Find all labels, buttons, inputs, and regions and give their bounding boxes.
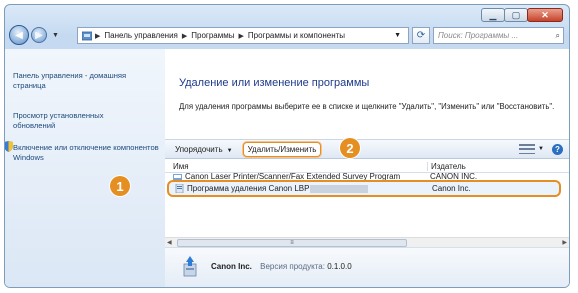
search-placeholder: Поиск: Программы ... [438, 31, 519, 40]
sidebar: Панель управления - домашняя страница Пр… [5, 49, 165, 287]
table-row-selected[interactable]: Программа удаления Canon LBP Canon Inc. [167, 180, 561, 197]
address-bar[interactable]: ▶ Панель управления ▶ Программы ▶ Програ… [77, 27, 409, 44]
installer-icon [175, 184, 184, 193]
search-input[interactable]: Поиск: Программы ... ⌕ [433, 27, 564, 44]
maximize-button[interactable]: ▢ [504, 8, 528, 22]
view-dropdown-icon[interactable]: ▼ [538, 146, 544, 152]
installer-package-icon [183, 256, 197, 277]
navigation-buttons: ◀ ▶ ▼ [9, 25, 62, 45]
horizontal-scrollbar[interactable]: ◀ ≡ ▶ [165, 237, 569, 247]
view-options-icon[interactable] [519, 144, 536, 154]
chevron-down-icon: ▼ [226, 147, 233, 154]
redacted-model-name [310, 184, 369, 193]
toolbar: Упорядочить ▼ Удалить/Изменить ▼ ? [165, 139, 569, 159]
column-publisher[interactable]: Издатель [427, 162, 466, 171]
program-name-text: Программа удаления Canon LBP [187, 184, 310, 193]
organize-label: Упорядочить [175, 144, 223, 154]
close-button[interactable]: ✕ [527, 8, 563, 22]
window-controls: ▁ ▢ ✕ [481, 8, 563, 22]
breadcrumb-separator: ▶ [238, 32, 244, 40]
address-dropdown-icon[interactable]: ▼ [394, 32, 401, 39]
scroll-left-icon[interactable]: ◀ [167, 239, 172, 246]
back-button[interactable]: ◀ [9, 25, 29, 45]
program-publisher: Canon Inc. [432, 184, 471, 193]
control-panel-icon [82, 31, 92, 40]
recent-pages-dropdown[interactable]: ▼ [52, 32, 59, 39]
breadcrumb-programs[interactable]: Программы [191, 31, 234, 40]
refresh-button[interactable]: ⟳ [412, 27, 430, 44]
scroll-right-icon[interactable]: ▶ [562, 239, 567, 246]
callout-badge-1: 1 [110, 176, 130, 196]
breadcrumb-separator: ▶ [181, 32, 188, 40]
help-icon[interactable]: ? [552, 143, 563, 155]
toolbar-right: ▼ ? [519, 143, 563, 155]
uninstall-change-button[interactable]: Удалить/Изменить [242, 141, 322, 157]
sidebar-item-windows-features[interactable]: Включение или отключение компонентов Win… [13, 143, 161, 163]
program-name: Программа удаления Canon LBP [187, 184, 369, 193]
minimize-button[interactable]: ▁ [481, 8, 505, 22]
callout-badge-2: 2 [340, 138, 360, 158]
main-panel: Удаление или изменение программы Для уда… [165, 49, 569, 287]
breadcrumb-control-panel[interactable]: Панель управления [104, 31, 178, 40]
forward-button[interactable]: ▶ [31, 27, 47, 43]
breadcrumb-separator: ▶ [95, 32, 101, 40]
control-panel-window: ▁ ▢ ✕ ◀ ▶ ▼ ▶ Панель управления ▶ Програ… [4, 4, 570, 288]
details-text: Canon Inc. Версия продукта: 0.1.0.0 [211, 262, 352, 271]
table-header: Имя Издатель [165, 161, 569, 173]
organize-button[interactable]: Упорядочить ▼ [175, 145, 233, 154]
details-publisher: Canon Inc. [211, 262, 252, 271]
column-name[interactable]: Имя [173, 162, 189, 171]
details-version-label: Версия продукта: [260, 262, 325, 271]
search-icon[interactable]: ⌕ [556, 31, 560, 41]
content-area: Панель управления - домашняя страница Пр… [5, 49, 569, 287]
sidebar-item-updates[interactable]: Просмотр установленных обновлений [13, 111, 143, 131]
shield-icon [5, 141, 13, 152]
details-pane: Canon Inc. Версия продукта: 0.1.0.0 [165, 247, 569, 287]
breadcrumb-programs-and-features[interactable]: Программы и компоненты [248, 31, 345, 40]
scrollbar-thumb[interactable]: ≡ [177, 238, 407, 247]
page-description: Для удаления программы выберите ее в спи… [179, 102, 555, 111]
page-title: Удаление или изменение программы [179, 77, 370, 89]
sidebar-item-home[interactable]: Панель управления - домашняя страница [13, 71, 153, 91]
details-version: 0.1.0.0 [327, 262, 352, 271]
